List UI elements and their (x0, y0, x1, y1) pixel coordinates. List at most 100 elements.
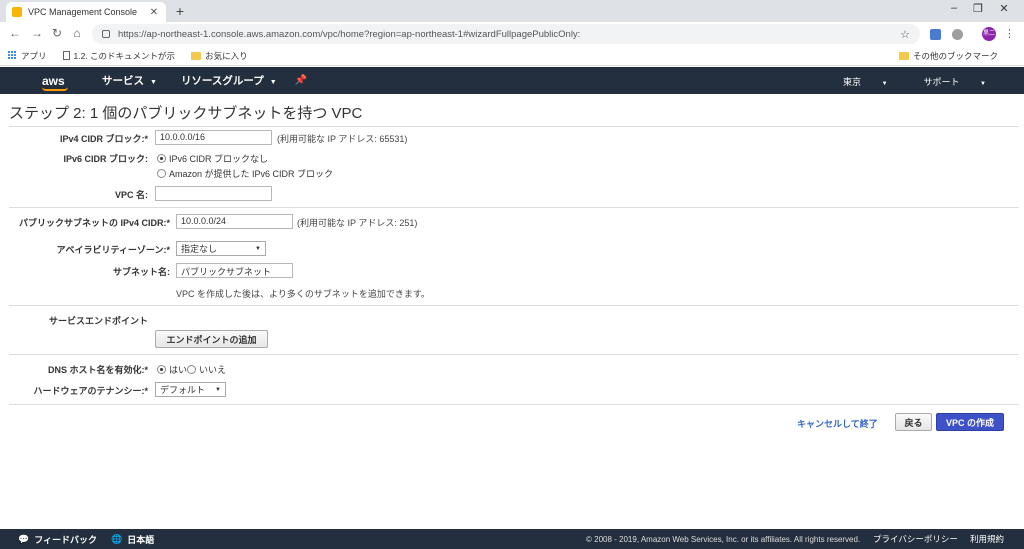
dns-options: はい いいえ (157, 363, 226, 376)
bookmark-label: お気に入り (205, 50, 248, 61)
url-text: https://ap-northeast-1.console.aws.amazo… (118, 28, 581, 40)
pin-icon[interactable]: 📌 (295, 75, 307, 86)
tenancy-value: デフォルト (160, 385, 206, 395)
divider (9, 126, 1019, 127)
terms-of-use-link[interactable]: 利用規約 (970, 533, 1004, 545)
availability-zone-select[interactable]: 指定なし ▼ (176, 241, 266, 256)
speech-bubble-icon: 💬 (18, 533, 30, 544)
subnet-name-input[interactable]: パブリックサブネット (176, 263, 293, 278)
folder-icon (191, 51, 202, 60)
close-tab-icon[interactable]: ✕ (148, 7, 160, 18)
aws-nav-right: 東京 ▼ サポート ▼ (807, 75, 986, 88)
chevron-down-icon: ▼ (150, 79, 157, 86)
vpc-name-label: VPC 名: (114, 190, 148, 200)
services-label: サービス (102, 75, 144, 87)
bookmark-apps[interactable]: アプリ (8, 50, 47, 62)
new-tab-icon[interactable]: + (172, 3, 188, 19)
support-menu[interactable]: サポート ▼ (906, 75, 986, 88)
ipv6-none-label: IPv6 CIDR ブロックなし (169, 154, 269, 164)
forward-arrow-icon[interactable]: → (30, 26, 44, 40)
document-icon (62, 51, 70, 60)
support-label: サポート (923, 77, 960, 87)
minimize-icon[interactable]: – (944, 2, 964, 14)
aws-top-nav: aws サービス ▼ リソースグループ ▼ 📌 東京 ▼ サポート ▼ (0, 67, 1024, 94)
ipv6-cidr-label: IPv6 CIDR ブロック: (63, 154, 148, 164)
console-footer: 💬 フィードバック 🌐 日本語 © 2008 - 2019, Amazon We… (0, 529, 1024, 549)
language-label: 日本語 (127, 534, 155, 545)
aws-logo-text: aws (42, 73, 65, 88)
vpc-wizard-form: ステップ 2: 1 個のパブリックサブネットを持つ VPC IPv4 CIDR … (0, 94, 1024, 529)
subnet-cidr-label: パブリックサブネットの IPv4 CIDR:* (18, 218, 170, 228)
ipv4-cidr-input[interactable]: 10.0.0.0/16 (155, 130, 272, 145)
dns-hostnames-label: DNS ホスト名を有効化:* (47, 365, 148, 375)
back-arrow-icon[interactable]: ← (8, 26, 22, 40)
extension-grey-icon[interactable] (952, 29, 963, 40)
language-selector[interactable]: 🌐 日本語 (111, 533, 154, 546)
ipv6-amazon-label: Amazon が提供した IPv6 CIDR ブロック (169, 169, 334, 179)
divider (9, 404, 1019, 405)
home-icon[interactable]: ⌂ (70, 26, 84, 40)
apps-grid-icon (8, 51, 17, 60)
bookmark-label: 1.2. このドキュメントが示 (73, 50, 176, 61)
subnet-hint: VPC を作成した後は、より多くのサブネットを追加できます。 (176, 289, 430, 299)
copyright-text: © 2008 - 2019, Amazon Web Services, Inc.… (586, 534, 861, 544)
privacy-policy-link[interactable]: プライバシーポリシー (873, 533, 958, 545)
browser-tab[interactable]: VPC Management Console ✕ (6, 2, 166, 22)
bookmark-favorites[interactable]: お気に入り (191, 50, 248, 62)
resource-groups-label: リソースグループ (180, 75, 264, 87)
aws-smile-icon (42, 87, 68, 91)
back-button[interactable]: 戻る (895, 413, 932, 431)
feedback-link[interactable]: 💬 フィードバック (18, 533, 97, 546)
bookmark-label: アプリ (21, 50, 47, 61)
dns-no-radio[interactable] (187, 365, 197, 374)
dns-yes-radio[interactable] (157, 365, 166, 374)
lock-icon (102, 30, 110, 38)
radio-unselected-icon[interactable] (157, 169, 166, 178)
services-menu[interactable]: サービス ▼ (102, 73, 157, 88)
profile-avatar[interactable]: 黒二 (982, 27, 996, 41)
radio-selected-icon[interactable] (157, 154, 166, 163)
ipv4-cidr-label: IPv4 CIDR ブロック:* (59, 134, 148, 144)
close-window-icon[interactable]: ✕ (994, 2, 1014, 15)
subnet-cidr-input[interactable]: 10.0.0.0/24 (176, 214, 293, 229)
resource-groups-menu[interactable]: リソースグループ ▼ (181, 73, 277, 88)
globe-icon: 🌐 (111, 533, 123, 544)
tenancy-label: ハードウェアのテナンシー:* (33, 386, 148, 396)
region-label: 東京 (843, 77, 862, 87)
ipv6-amazon-option[interactable]: Amazon が提供した IPv6 CIDR ブロック (157, 167, 333, 180)
feedback-label: フィードバック (34, 534, 98, 545)
bookmark-star-icon[interactable]: ☆ (900, 28, 910, 41)
availability-zone-value: 指定なし (181, 244, 218, 254)
ipv6-none-option[interactable]: IPv6 CIDR ブロックなし (157, 152, 268, 165)
bookmark-label: その他のブックマーク (912, 51, 998, 61)
add-endpoint-button[interactable]: エンドポイントの追加 (155, 330, 268, 348)
url-bar[interactable]: https://ap-northeast-1.console.aws.amazo… (92, 24, 920, 44)
tenancy-select[interactable]: デフォルト ▼ (155, 382, 226, 397)
chevron-down-icon: ▼ (269, 79, 277, 86)
region-menu[interactable]: 東京 ▼ (825, 75, 887, 88)
service-endpoint-label: サービスエンドポイント (48, 316, 148, 326)
aws-logo[interactable]: aws (42, 73, 74, 91)
reload-icon[interactable]: ↻ (50, 26, 64, 40)
extension-trello-icon[interactable] (930, 29, 941, 40)
tab-title: VPC Management Console (28, 7, 138, 17)
bookmark-document[interactable]: 1.2. このドキュメントが示 (62, 50, 176, 62)
divider (9, 354, 1019, 355)
folder-icon (898, 52, 909, 60)
aws-favicon-icon (12, 7, 22, 17)
browser-menu-icon[interactable]: ⋮ (1004, 27, 1015, 40)
chevron-down-icon: ▼ (980, 81, 986, 87)
chevron-down-icon: ▼ (881, 81, 888, 87)
cancel-and-exit-link[interactable]: キャンセルして終了 (797, 417, 878, 430)
vpc-name-input[interactable] (155, 186, 272, 201)
dns-no-label: いいえ (199, 365, 227, 375)
chevron-down-icon: ▼ (255, 245, 261, 252)
chevron-down-icon: ▼ (215, 386, 221, 393)
bookmark-other[interactable]: その他のブックマーク (898, 50, 998, 62)
dns-yes-label: はい (169, 365, 188, 375)
create-vpc-button[interactable]: VPC の作成 (936, 413, 1004, 431)
bookmarks-bar: アプリ 1.2. このドキュメントが示 お気に入り その他のブックマーク (0, 46, 1024, 66)
address-bar-row: ← → ↻ ⌂ https://ap-northeast-1.console.a… (0, 22, 1024, 46)
maximize-icon[interactable]: ❐ (968, 2, 988, 15)
subnet-available-ips: (利用可能な IP アドレス: 251) (297, 218, 418, 228)
